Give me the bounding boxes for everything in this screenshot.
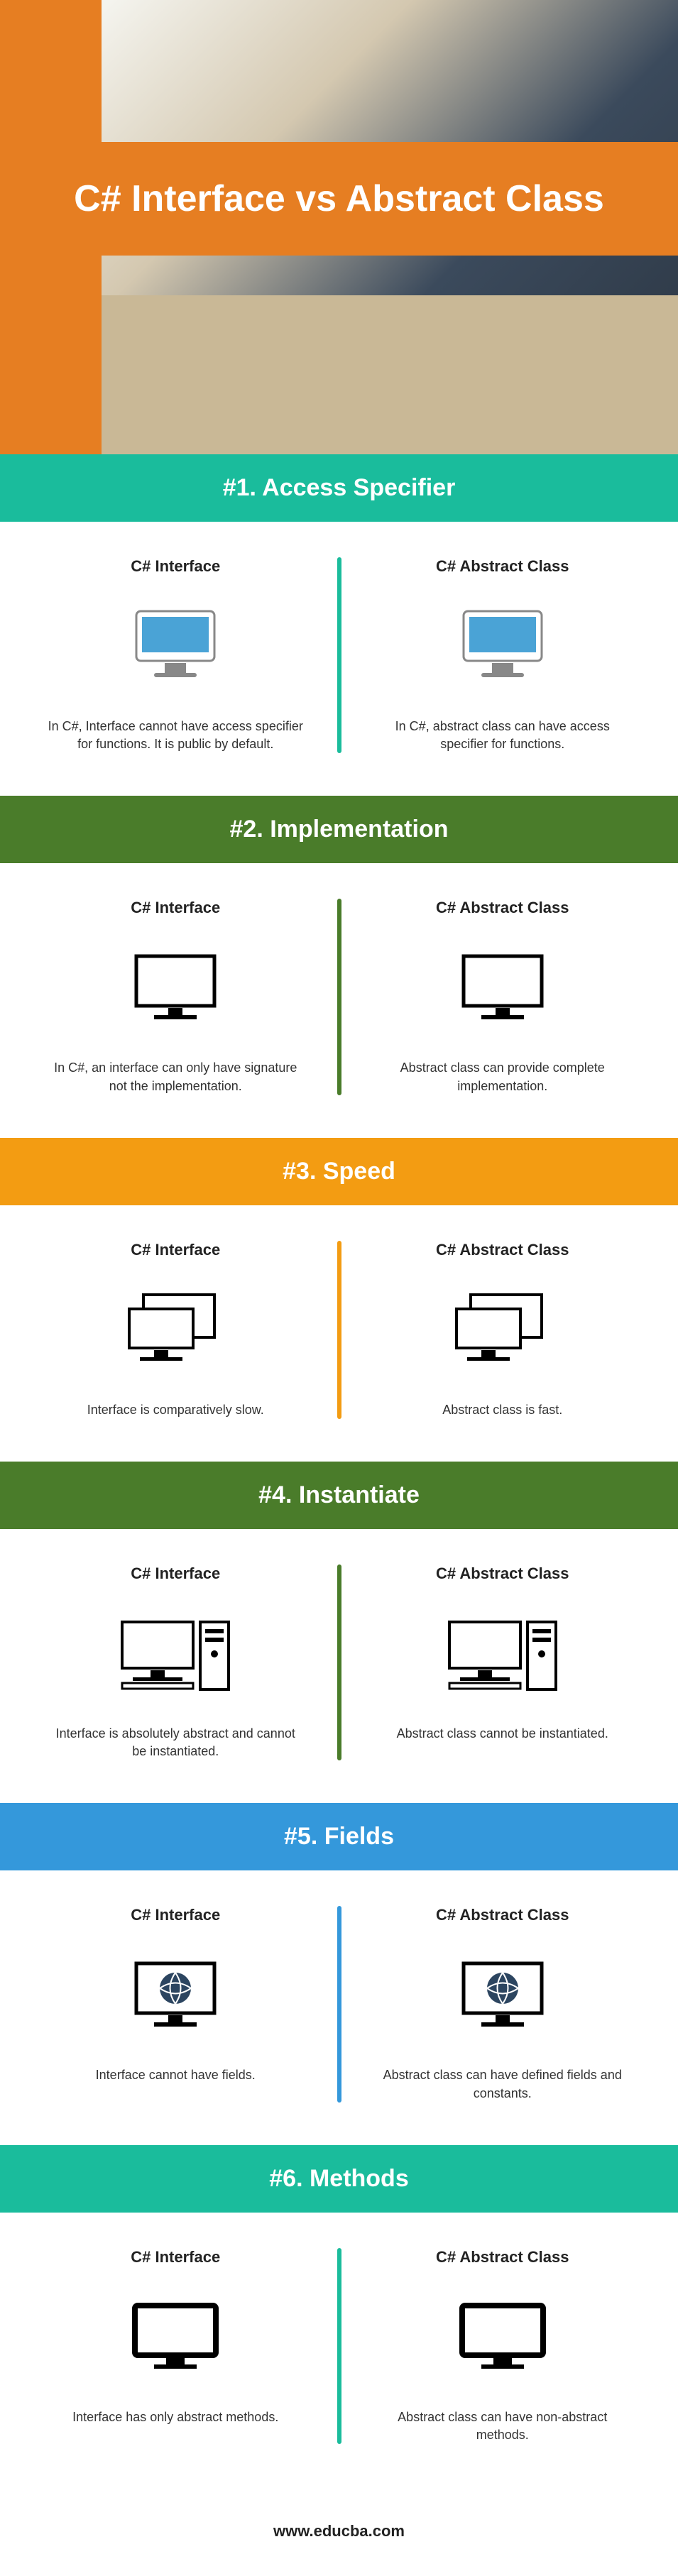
right-column: C# Abstract Class Abstract class can hav… <box>349 2248 657 2444</box>
left-column: C# Interface Interface is absolutely abs… <box>21 1564 330 1760</box>
dual-monitor-icon <box>43 1281 309 1380</box>
imac-icon <box>43 597 309 696</box>
section-header-3: #3. Speed <box>0 1138 678 1205</box>
compare-block-1: C# Interface In C#, Interface cannot hav… <box>0 522 678 796</box>
compare-block-5: C# Interface Interface cannot have field… <box>0 1870 678 2144</box>
right-title: C# Abstract Class <box>370 1564 636 1583</box>
section-header-6: #6. Methods <box>0 2145 678 2213</box>
divider <box>337 1906 341 2102</box>
right-text: Abstract class can provide complete impl… <box>375 1059 630 1095</box>
footer: www.educba.com <box>0 2487 678 2576</box>
right-column: C# Abstract Class Abstract class is fast… <box>349 1241 657 1419</box>
right-title: C# Abstract Class <box>370 1241 636 1259</box>
left-title: C# Interface <box>43 1241 309 1259</box>
compare-block-6: C# Interface Interface has only abstract… <box>0 2213 678 2487</box>
globe-monitor-icon <box>370 1946 636 2045</box>
monitor-thick-icon <box>43 2288 309 2387</box>
divider <box>337 557 341 753</box>
footer-link[interactable]: www.educba.com <box>273 2522 405 2540</box>
section-header-5: #5. Fields <box>0 1803 678 1870</box>
left-title: C# Interface <box>43 557 309 576</box>
left-text: In C#, an interface can only have signat… <box>48 1059 303 1095</box>
section-header-2: #2. Implementation <box>0 796 678 863</box>
right-column: C# Abstract Class Abstract class can pro… <box>349 899 657 1095</box>
divider <box>337 2248 341 2444</box>
left-title: C# Interface <box>43 2248 309 2267</box>
section-header-1: #1. Access Specifier <box>0 454 678 522</box>
left-text: Interface cannot have fields. <box>48 2066 303 2084</box>
monitor-icon <box>43 938 309 1038</box>
compare-block-4: C# Interface Interface is absolutely abs… <box>0 1529 678 1803</box>
right-column: C# Abstract Class Abstract class can hav… <box>349 1906 657 2102</box>
right-text: Abstract class can have non-abstract met… <box>375 2408 630 2444</box>
right-title: C# Abstract Class <box>370 557 636 576</box>
right-title: C# Abstract Class <box>370 899 636 917</box>
divider <box>337 1564 341 1760</box>
desktop-pc-icon <box>370 1604 636 1704</box>
right-column: C# Abstract Class In C#, abstract class … <box>349 557 657 753</box>
compare-block-2: C# Interface In C#, an interface can onl… <box>0 863 678 1137</box>
divider <box>337 899 341 1095</box>
dual-monitor-icon <box>370 1281 636 1380</box>
globe-monitor-icon <box>43 1946 309 2045</box>
section-header-4: #4. Instantiate <box>0 1462 678 1529</box>
left-text: Interface is absolutely abstract and can… <box>48 1725 303 1760</box>
left-title: C# Interface <box>43 1906 309 1924</box>
compare-block-3: C# Interface Interface is comparatively … <box>0 1205 678 1462</box>
right-text: Abstract class is fast. <box>375 1401 630 1419</box>
right-text: Abstract class can have defined fields a… <box>375 2066 630 2102</box>
left-title: C# Interface <box>43 1564 309 1583</box>
right-text: Abstract class cannot be instantiated. <box>375 1725 630 1743</box>
right-text: In C#, abstract class can have access sp… <box>375 718 630 753</box>
hero-title-band: C# Interface vs Abstract Class <box>0 142 678 256</box>
left-column: C# Interface Interface is comparatively … <box>21 1241 330 1419</box>
imac-icon <box>370 597 636 696</box>
page-title: C# Interface vs Abstract Class <box>28 177 650 220</box>
left-column: C# Interface Interface has only abstract… <box>21 2248 330 2444</box>
monitor-icon <box>370 938 636 1038</box>
right-title: C# Abstract Class <box>370 2248 636 2267</box>
divider <box>337 1241 341 1419</box>
left-column: C# Interface In C#, Interface cannot hav… <box>21 557 330 753</box>
monitor-thick-icon <box>370 2288 636 2387</box>
left-title: C# Interface <box>43 899 309 917</box>
desktop-pc-icon <box>43 1604 309 1704</box>
left-column: C# Interface In C#, an interface can onl… <box>21 899 330 1095</box>
left-text: Interface has only abstract methods. <box>48 2408 303 2426</box>
hero-banner: C# Interface vs Abstract Class <box>0 0 678 454</box>
left-text: Interface is comparatively slow. <box>48 1401 303 1419</box>
left-column: C# Interface Interface cannot have field… <box>21 1906 330 2102</box>
right-title: C# Abstract Class <box>370 1906 636 1924</box>
right-column: C# Abstract Class Abstract class cannot … <box>349 1564 657 1760</box>
left-text: In C#, Interface cannot have access spec… <box>48 718 303 753</box>
